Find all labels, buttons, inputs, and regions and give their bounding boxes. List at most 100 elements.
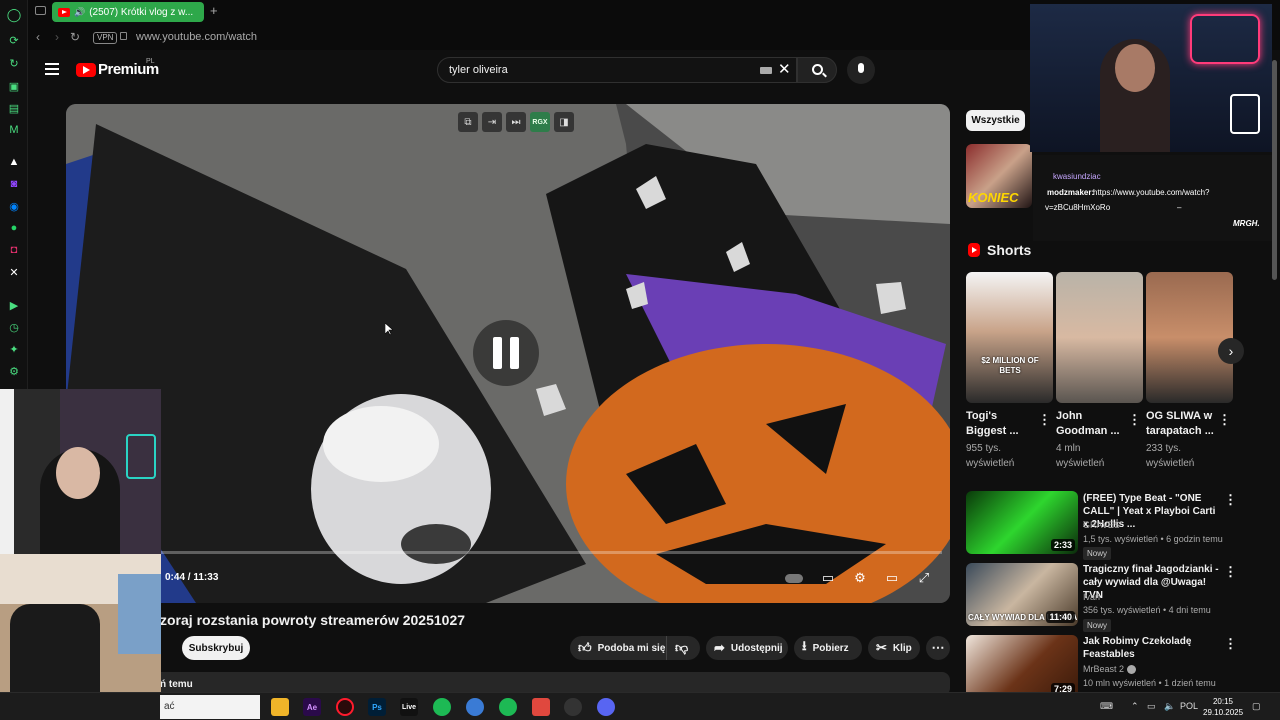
sidepanel-icon[interactable]: ◨	[554, 112, 574, 132]
chip-all[interactable]: Wszystkie	[966, 110, 1025, 131]
scrollbar[interactable]	[1272, 60, 1277, 280]
search-button[interactable]	[797, 57, 837, 83]
short-menu-icon[interactable]: ⋮	[1128, 412, 1141, 428]
instagram-icon[interactable]: ◘	[6, 242, 22, 258]
chevron-up-icon[interactable]: ⌃	[1131, 701, 1139, 712]
subscribe-button[interactable]: Subskrybuj	[182, 636, 250, 660]
clear-icon[interactable]: ✕	[778, 60, 791, 78]
bag-icon[interactable]: ▣	[6, 78, 22, 94]
tab-active[interactable]: 🔊 (2507) Krótki vlog z w...	[52, 2, 204, 22]
aria-icon[interactable]: ▲	[6, 154, 22, 170]
channel-name[interactable]: MrBeast 2	[1083, 662, 1223, 676]
banner-thumbnail[interactable]: KONIEC GO	[966, 144, 1032, 208]
m-icon[interactable]: M	[6, 122, 22, 138]
fullscreen-icon[interactable]: ⤢	[915, 570, 933, 586]
short-menu-icon[interactable]: ⋮	[1038, 412, 1051, 428]
video-thumbnail[interactable]: 2:33	[966, 491, 1078, 554]
live-app-icon[interactable]: Live	[400, 698, 418, 716]
clock[interactable]: 20:15 29.10.2025	[1203, 696, 1243, 718]
obs-icon[interactable]	[564, 698, 582, 716]
skip-icon[interactable]: ⏭	[506, 112, 526, 132]
video-title-link[interactable]: Jak Robimy Czekoladę Feastables	[1083, 635, 1219, 661]
youtube-logo-icon[interactable]	[76, 63, 96, 77]
menu-icon[interactable]	[45, 63, 59, 75]
video-menu-icon[interactable]: ⋮	[1224, 564, 1237, 580]
player-icon[interactable]: ▶	[6, 297, 22, 313]
keyboard-icon[interactable]	[760, 67, 772, 74]
pause-button[interactable]	[473, 320, 539, 386]
discord-icon[interactable]	[597, 698, 615, 716]
whatsapp-icon[interactable]: ●	[6, 220, 22, 236]
spotify-icon[interactable]	[499, 698, 517, 716]
lock-icon[interactable]	[120, 32, 127, 40]
short-menu-icon[interactable]: ⋮	[1218, 412, 1231, 428]
shorts-next-button[interactable]: ›	[1218, 338, 1244, 364]
short-views: 955 tys. wyświetleń	[966, 443, 1015, 469]
short-thumbnail[interactable]	[1146, 272, 1233, 403]
opera-gx-icon[interactable]	[336, 698, 354, 716]
volume-icon[interactable]: 🔈	[1164, 701, 1175, 712]
like-button[interactable]: 👍︎ Podoba mi się	[570, 636, 666, 660]
language-indicator[interactable]: POL	[1180, 701, 1198, 711]
x-icon[interactable]: ✕	[6, 264, 22, 280]
channel-name[interactable]: GRAVES	[1083, 518, 1223, 532]
keyboard-icon[interactable]: ⌨	[1100, 701, 1113, 712]
search-icon	[812, 64, 823, 75]
c-app-icon[interactable]	[466, 698, 484, 716]
network-icon[interactable]: ▭	[1147, 701, 1156, 712]
history-icon[interactable]: ◷	[6, 319, 22, 335]
messenger-icon[interactable]: ◉	[6, 198, 22, 214]
reload-icon[interactable]: ↻	[70, 30, 80, 44]
voice-search-button[interactable]	[847, 56, 875, 84]
notifications-icon[interactable]: ▢	[1252, 701, 1261, 712]
settings-icon[interactable]: ⚙	[6, 363, 22, 379]
photoshop-icon[interactable]: Ps	[368, 698, 386, 716]
vpn-badge[interactable]: VPN	[93, 32, 118, 44]
app-icon[interactable]	[532, 698, 550, 716]
more-actions-button[interactable]: ⋯	[926, 636, 950, 660]
video-player[interactable]: ⧉ ⇥ ⏭ RGX ◨ 0:44 / 11:33 ▭ ⚙ ▭ ⤢	[66, 104, 950, 603]
short-title[interactable]: OG SLIWA w tarapatach ...	[1146, 409, 1216, 439]
autoplay-toggle[interactable]	[785, 570, 803, 586]
video-thumbnail[interactable]: 7:29	[966, 635, 1078, 698]
url-field[interactable]: www.youtube.com/watch	[136, 31, 257, 43]
after-effects-icon[interactable]: Ae	[303, 698, 321, 716]
speaker-icon[interactable]: 🔊	[74, 7, 85, 18]
forward-icon[interactable]: ›	[55, 30, 59, 44]
short-thumbnail[interactable]	[1056, 272, 1143, 403]
refresh-icon[interactable]: ↻	[6, 55, 22, 71]
file-explorer-icon[interactable]	[271, 698, 289, 716]
new-badge: Nowy	[1083, 619, 1112, 632]
taskbar-search-input[interactable]: ać	[160, 695, 260, 719]
twitch-icon[interactable]: ◙	[6, 176, 22, 192]
short-thumbnail[interactable]: $2 MILLION OF BETS	[966, 272, 1053, 403]
dislike-button[interactable]: 👎︎	[666, 636, 700, 660]
extensions-icon[interactable]: ✦	[6, 341, 22, 357]
video-thumbnail[interactable]: CAŁY WYWIAD DLA UWAGA 11:40	[966, 563, 1078, 626]
sync-icon[interactable]: ⟳	[6, 32, 22, 48]
opera-logo-icon[interactable]: ◯	[6, 7, 22, 23]
enter-icon[interactable]: ⇥	[482, 112, 502, 132]
popout-icon[interactable]: ⧉	[458, 112, 478, 132]
video-menu-icon[interactable]: ⋮	[1224, 492, 1237, 508]
banner-text: KONIEC GO	[968, 190, 1019, 208]
search-input[interactable]: tyler oliveira ✕	[437, 57, 797, 83]
wallet-icon[interactable]: ▤	[6, 100, 22, 116]
new-tab-button[interactable]: +	[210, 3, 218, 18]
gear-icon[interactable]: ⚙	[851, 570, 869, 586]
share-button[interactable]: ➦ Udostępnij	[706, 636, 788, 660]
back-icon[interactable]: ‹	[36, 30, 40, 44]
video-menu-icon[interactable]: ⋮	[1224, 636, 1237, 652]
spotify-icon[interactable]	[433, 698, 451, 716]
rgx-button[interactable]: RGX	[530, 112, 550, 132]
short-title[interactable]: John Goodman ...	[1056, 409, 1126, 439]
tab-list-icon[interactable]	[35, 6, 46, 15]
clip-button[interactable]: ✂ Klip	[868, 636, 920, 660]
short-title[interactable]: Togi's Biggest ...	[966, 409, 1036, 439]
progress-bar[interactable]	[66, 551, 942, 554]
theater-icon[interactable]: ▭	[883, 570, 901, 586]
subtitles-icon[interactable]: ▭	[819, 570, 837, 586]
youtube-header: Premium PL tyler oliveira ✕	[28, 50, 1030, 90]
download-button[interactable]: ⭳ Pobierz	[794, 636, 862, 660]
channel-name[interactable]: Ivan	[1083, 590, 1223, 604]
